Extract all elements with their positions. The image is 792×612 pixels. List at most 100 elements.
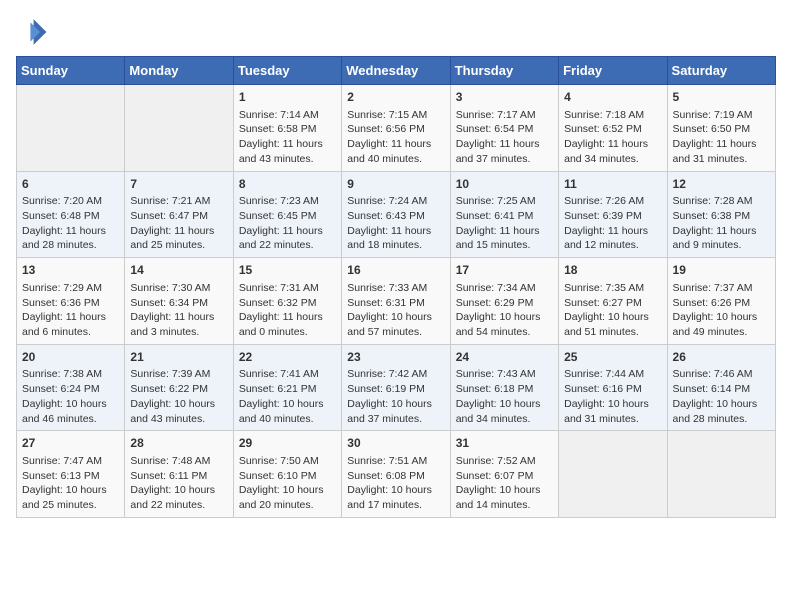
daylight-text: Daylight: 10 hours and 54 minutes.	[456, 310, 553, 339]
calendar-cell: 4Sunrise: 7:18 AMSunset: 6:52 PMDaylight…	[559, 85, 667, 172]
sunset-text: Sunset: 6:16 PM	[564, 382, 661, 397]
sunset-text: Sunset: 6:54 PM	[456, 122, 553, 137]
day-header-wednesday: Wednesday	[342, 57, 450, 85]
day-number: 2	[347, 89, 444, 106]
calendar-cell: 30Sunrise: 7:51 AMSunset: 6:08 PMDayligh…	[342, 431, 450, 518]
sunrise-text: Sunrise: 7:17 AM	[456, 108, 553, 123]
calendar-week-row: 1Sunrise: 7:14 AMSunset: 6:58 PMDaylight…	[17, 85, 776, 172]
day-number: 16	[347, 262, 444, 279]
day-number: 12	[673, 176, 770, 193]
calendar-cell: 22Sunrise: 7:41 AMSunset: 6:21 PMDayligh…	[233, 344, 341, 431]
sunset-text: Sunset: 6:38 PM	[673, 209, 770, 224]
day-header-saturday: Saturday	[667, 57, 775, 85]
sunrise-text: Sunrise: 7:25 AM	[456, 194, 553, 209]
day-number: 3	[456, 89, 553, 106]
calendar-week-row: 6Sunrise: 7:20 AMSunset: 6:48 PMDaylight…	[17, 171, 776, 258]
day-number: 5	[673, 89, 770, 106]
day-number: 25	[564, 349, 661, 366]
sunrise-text: Sunrise: 7:38 AM	[22, 367, 119, 382]
calendar-cell	[125, 85, 233, 172]
sunset-text: Sunset: 6:13 PM	[22, 469, 119, 484]
daylight-text: Daylight: 11 hours and 28 minutes.	[22, 224, 119, 253]
calendar-cell: 27Sunrise: 7:47 AMSunset: 6:13 PMDayligh…	[17, 431, 125, 518]
sunset-text: Sunset: 6:47 PM	[130, 209, 227, 224]
daylight-text: Daylight: 10 hours and 43 minutes.	[130, 397, 227, 426]
daylight-text: Daylight: 11 hours and 9 minutes.	[673, 224, 770, 253]
sunset-text: Sunset: 6:43 PM	[347, 209, 444, 224]
sunrise-text: Sunrise: 7:23 AM	[239, 194, 336, 209]
calendar-cell: 14Sunrise: 7:30 AMSunset: 6:34 PMDayligh…	[125, 258, 233, 345]
day-number: 19	[673, 262, 770, 279]
calendar-week-row: 20Sunrise: 7:38 AMSunset: 6:24 PMDayligh…	[17, 344, 776, 431]
sunrise-text: Sunrise: 7:24 AM	[347, 194, 444, 209]
sunrise-text: Sunrise: 7:33 AM	[347, 281, 444, 296]
calendar-cell: 29Sunrise: 7:50 AMSunset: 6:10 PMDayligh…	[233, 431, 341, 518]
daylight-text: Daylight: 10 hours and 49 minutes.	[673, 310, 770, 339]
day-number: 23	[347, 349, 444, 366]
calendar-cell: 7Sunrise: 7:21 AMSunset: 6:47 PMDaylight…	[125, 171, 233, 258]
day-number: 11	[564, 176, 661, 193]
calendar-cell: 19Sunrise: 7:37 AMSunset: 6:26 PMDayligh…	[667, 258, 775, 345]
calendar-cell: 21Sunrise: 7:39 AMSunset: 6:22 PMDayligh…	[125, 344, 233, 431]
day-header-friday: Friday	[559, 57, 667, 85]
day-number: 15	[239, 262, 336, 279]
daylight-text: Daylight: 11 hours and 12 minutes.	[564, 224, 661, 253]
calendar-cell: 5Sunrise: 7:19 AMSunset: 6:50 PMDaylight…	[667, 85, 775, 172]
sunset-text: Sunset: 6:22 PM	[130, 382, 227, 397]
calendar-table: SundayMondayTuesdayWednesdayThursdayFrid…	[16, 56, 776, 518]
calendar-cell: 15Sunrise: 7:31 AMSunset: 6:32 PMDayligh…	[233, 258, 341, 345]
sunrise-text: Sunrise: 7:35 AM	[564, 281, 661, 296]
sunrise-text: Sunrise: 7:31 AM	[239, 281, 336, 296]
daylight-text: Daylight: 11 hours and 43 minutes.	[239, 137, 336, 166]
day-number: 10	[456, 176, 553, 193]
sunrise-text: Sunrise: 7:37 AM	[673, 281, 770, 296]
sunset-text: Sunset: 6:18 PM	[456, 382, 553, 397]
daylight-text: Daylight: 11 hours and 25 minutes.	[130, 224, 227, 253]
daylight-text: Daylight: 11 hours and 37 minutes.	[456, 137, 553, 166]
sunset-text: Sunset: 6:48 PM	[22, 209, 119, 224]
calendar-cell: 2Sunrise: 7:15 AMSunset: 6:56 PMDaylight…	[342, 85, 450, 172]
sunset-text: Sunset: 6:32 PM	[239, 296, 336, 311]
sunset-text: Sunset: 6:07 PM	[456, 469, 553, 484]
day-header-tuesday: Tuesday	[233, 57, 341, 85]
sunset-text: Sunset: 6:39 PM	[564, 209, 661, 224]
day-number: 22	[239, 349, 336, 366]
sunrise-text: Sunrise: 7:20 AM	[22, 194, 119, 209]
sunset-text: Sunset: 6:31 PM	[347, 296, 444, 311]
sunset-text: Sunset: 6:36 PM	[22, 296, 119, 311]
sunset-text: Sunset: 6:27 PM	[564, 296, 661, 311]
sunrise-text: Sunrise: 7:44 AM	[564, 367, 661, 382]
day-number: 17	[456, 262, 553, 279]
sunset-text: Sunset: 6:50 PM	[673, 122, 770, 137]
calendar-cell: 17Sunrise: 7:34 AMSunset: 6:29 PMDayligh…	[450, 258, 558, 345]
day-number: 4	[564, 89, 661, 106]
sunrise-text: Sunrise: 7:52 AM	[456, 454, 553, 469]
calendar-cell: 24Sunrise: 7:43 AMSunset: 6:18 PMDayligh…	[450, 344, 558, 431]
day-number: 20	[22, 349, 119, 366]
daylight-text: Daylight: 10 hours and 25 minutes.	[22, 483, 119, 512]
calendar-cell: 18Sunrise: 7:35 AMSunset: 6:27 PMDayligh…	[559, 258, 667, 345]
calendar-cell: 13Sunrise: 7:29 AMSunset: 6:36 PMDayligh…	[17, 258, 125, 345]
day-number: 8	[239, 176, 336, 193]
daylight-text: Daylight: 10 hours and 22 minutes.	[130, 483, 227, 512]
page-header	[16, 16, 776, 48]
day-header-monday: Monday	[125, 57, 233, 85]
sunset-text: Sunset: 6:08 PM	[347, 469, 444, 484]
daylight-text: Daylight: 11 hours and 6 minutes.	[22, 310, 119, 339]
sunset-text: Sunset: 6:11 PM	[130, 469, 227, 484]
calendar-cell: 6Sunrise: 7:20 AMSunset: 6:48 PMDaylight…	[17, 171, 125, 258]
sunrise-text: Sunrise: 7:19 AM	[673, 108, 770, 123]
day-number: 1	[239, 89, 336, 106]
sunset-text: Sunset: 6:45 PM	[239, 209, 336, 224]
sunrise-text: Sunrise: 7:46 AM	[673, 367, 770, 382]
day-number: 21	[130, 349, 227, 366]
sunrise-text: Sunrise: 7:50 AM	[239, 454, 336, 469]
calendar-cell: 16Sunrise: 7:33 AMSunset: 6:31 PMDayligh…	[342, 258, 450, 345]
calendar-cell	[559, 431, 667, 518]
calendar-cell: 26Sunrise: 7:46 AMSunset: 6:14 PMDayligh…	[667, 344, 775, 431]
sunset-text: Sunset: 6:58 PM	[239, 122, 336, 137]
calendar-cell: 8Sunrise: 7:23 AMSunset: 6:45 PMDaylight…	[233, 171, 341, 258]
calendar-cell: 25Sunrise: 7:44 AMSunset: 6:16 PMDayligh…	[559, 344, 667, 431]
sunrise-text: Sunrise: 7:29 AM	[22, 281, 119, 296]
calendar-cell: 10Sunrise: 7:25 AMSunset: 6:41 PMDayligh…	[450, 171, 558, 258]
